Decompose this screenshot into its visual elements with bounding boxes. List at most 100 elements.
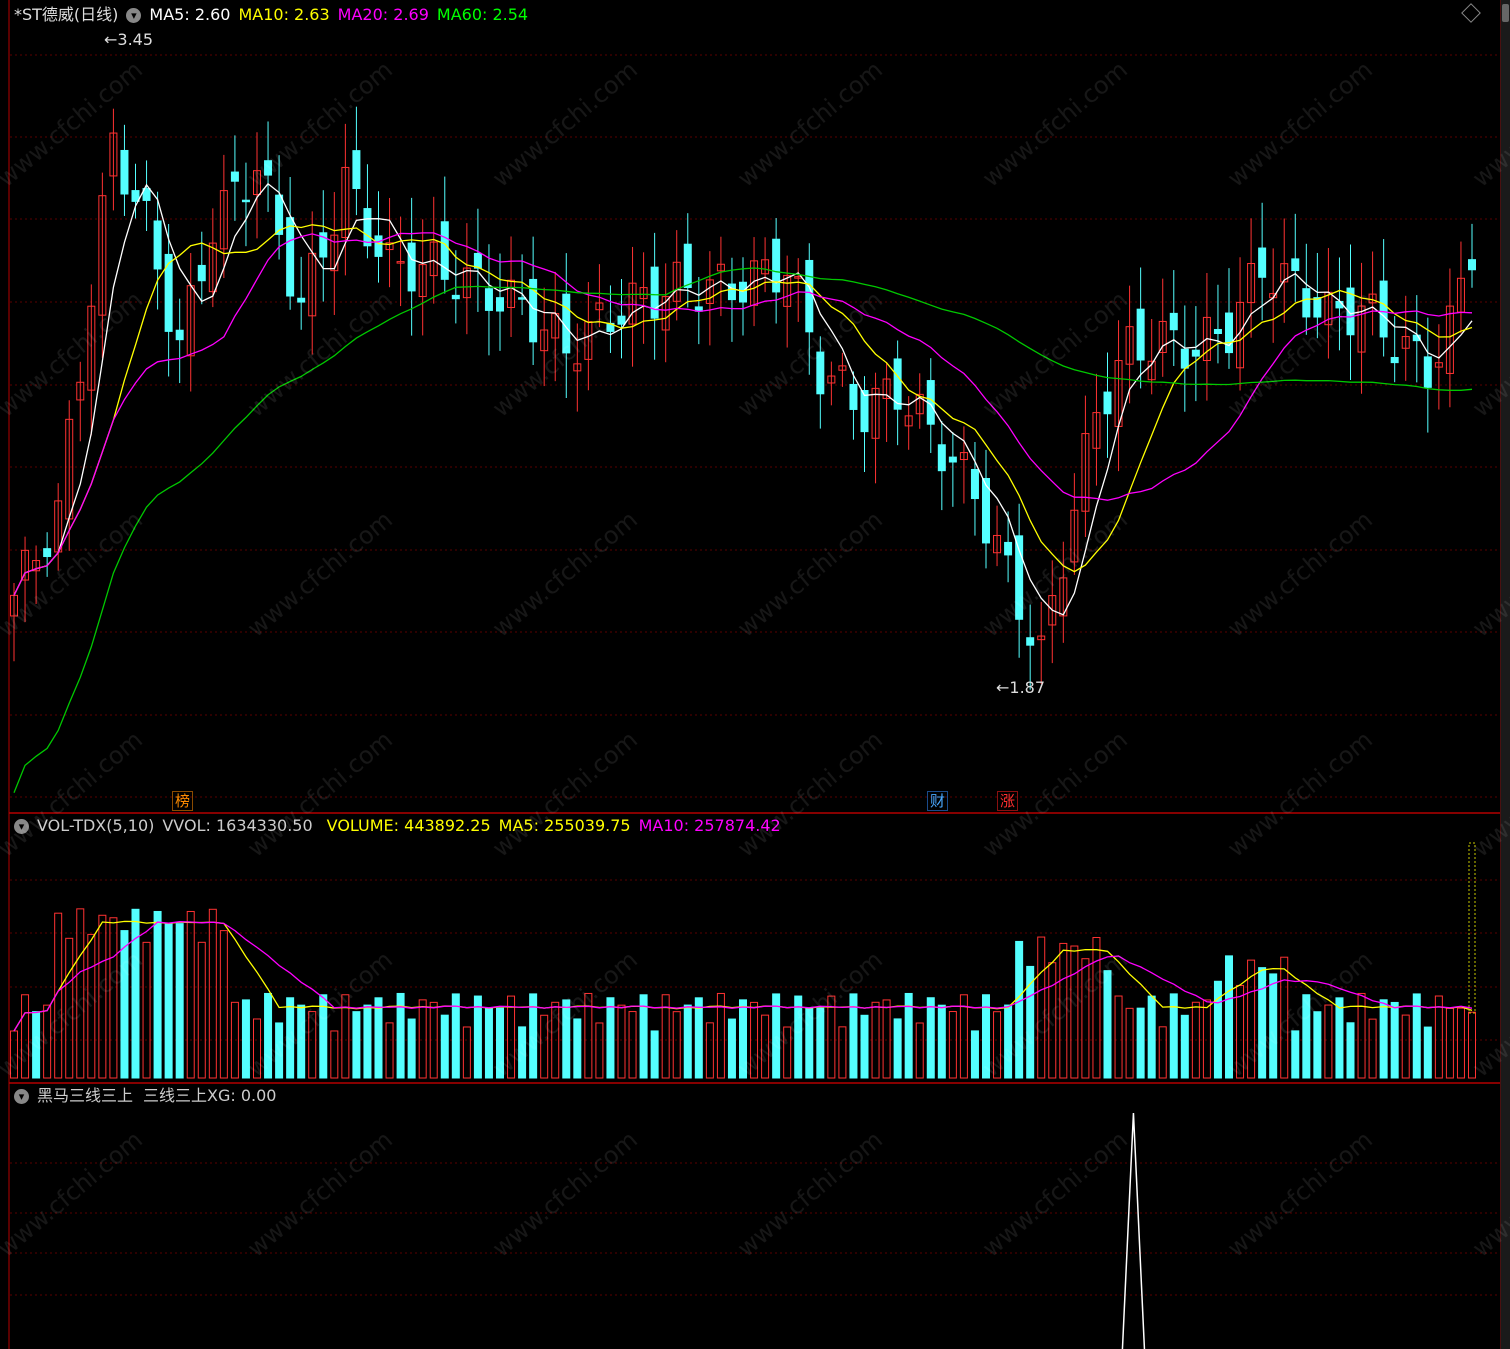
volume-bar: [1136, 1007, 1145, 1079]
volume-bar: [186, 910, 195, 1079]
candle-body: [120, 149, 129, 195]
volume-bar: [484, 1007, 493, 1079]
volume-bar: [794, 995, 803, 1079]
volume-bar: [993, 1011, 1002, 1079]
signal-indicator-title[interactable]: 黑马三线三上: [37, 1085, 133, 1107]
volume-bar: [164, 923, 173, 1079]
volume-bar: [1346, 1022, 1355, 1079]
candle-body: [1191, 349, 1200, 357]
candle-body: [131, 190, 140, 202]
candle-body: [1004, 541, 1013, 556]
volume-bar: [783, 1026, 792, 1079]
signal-panel-header: ▾ 黑马三线三上 三线三上XG: 0.00: [14, 1085, 284, 1107]
indicator-menu-icon[interactable]: ▾: [126, 7, 142, 23]
volume-bar: [1070, 945, 1079, 1079]
volume-bar: [131, 908, 140, 1079]
volume-bar: [893, 1018, 902, 1079]
volume-bar: [937, 1004, 946, 1079]
volume-bar: [617, 1004, 626, 1079]
indicator-menu-icon[interactable]: ▾: [14, 818, 29, 834]
ma5-line: [13, 182, 1473, 616]
volume-indicator-title[interactable]: VOL-TDX(5,10): [37, 815, 154, 837]
candle-body: [473, 252, 482, 269]
volume-ma5-label: MA5: 255039.75: [498, 816, 631, 835]
candle-body: [1258, 247, 1267, 278]
volume-bar: [175, 923, 184, 1079]
volume-bar: [926, 997, 935, 1079]
stock-title[interactable]: *ST德威(日线): [14, 4, 118, 26]
candle-body: [683, 243, 692, 289]
volume-bar: [672, 1011, 681, 1079]
volume-bar: [230, 1001, 239, 1079]
ma20-label: MA20: 2.69: [337, 5, 429, 24]
vertical-scrollbar[interactable]: [1500, 0, 1510, 1349]
volume-bar: [761, 1014, 770, 1079]
candle-body: [970, 468, 979, 500]
volume-bar: [1456, 1007, 1465, 1079]
volume-bar: [827, 995, 836, 1079]
candle-body: [241, 199, 250, 203]
scrollbar-thumb[interactable]: [1502, 4, 1509, 22]
volume-bar: [595, 1022, 604, 1079]
candle-body: [496, 297, 504, 312]
main-panel-header: *ST德威(日线) ▾ MA5: 2.60 MA10: 2.63 MA20: 2…: [14, 4, 536, 26]
volume-bar: [1081, 958, 1090, 1079]
volume-bar: [462, 1026, 471, 1079]
volume-bar: [1147, 995, 1156, 1079]
candle-body: [849, 383, 858, 410]
candle-body: [297, 297, 306, 303]
volume-bar: [540, 1014, 549, 1079]
volume-bar: [948, 1011, 957, 1079]
volume-bar: [650, 1030, 659, 1079]
candle-body: [1390, 357, 1399, 364]
ma60-line: [13, 267, 1473, 794]
volume-bar: [1202, 999, 1211, 1079]
volume-bar: [1291, 1030, 1300, 1079]
volume-bar: [208, 908, 217, 1079]
volume-bar: [1368, 1018, 1377, 1079]
volume-bar: [440, 1014, 449, 1079]
candle-body: [1169, 312, 1178, 331]
volume-bar: [32, 1011, 41, 1079]
candle-body: [43, 548, 52, 558]
volume-bar: [98, 914, 107, 1079]
volume-bar: [1015, 940, 1024, 1079]
event-tag-finance[interactable]: 财: [927, 791, 949, 811]
candle-body: [153, 220, 162, 270]
volume-bar: [496, 1007, 504, 1079]
volume-bar: [275, 1022, 284, 1079]
high-price-value: 3.45: [117, 30, 154, 49]
candle-body: [772, 238, 781, 293]
volume-bar: [297, 1004, 306, 1079]
ma60-label: MA60: 2.54: [436, 5, 529, 24]
candle-body: [484, 288, 493, 311]
candle-body: [805, 259, 814, 333]
volume-bar: [628, 1011, 637, 1079]
volume-bar: [915, 1022, 924, 1079]
low-price-value: 1.87: [1009, 678, 1046, 697]
volume-bar: [606, 997, 615, 1079]
candle-body: [451, 294, 460, 300]
volume-bar: [838, 1026, 847, 1079]
volume-bar: [1059, 942, 1068, 1079]
chart-canvas[interactable]: [0, 0, 1510, 1349]
volume-bar: [705, 1022, 714, 1079]
volume-bar: [1037, 936, 1046, 1079]
volume-bar: [1236, 984, 1245, 1079]
volume-bar: [352, 1011, 361, 1079]
volume-bar: [21, 994, 30, 1079]
volume-bar: [882, 999, 891, 1079]
candle-body: [230, 171, 239, 182]
candle-body: [1225, 312, 1233, 354]
volume-bar: [1004, 1004, 1013, 1079]
candle-body: [1468, 259, 1476, 271]
candle-body: [264, 160, 273, 176]
candle-body: [739, 281, 747, 303]
event-tag-limit-up[interactable]: 涨: [997, 791, 1019, 811]
candle-body: [352, 150, 361, 190]
event-tag-ranking[interactable]: 榜: [172, 791, 194, 811]
volume-bar: [407, 1018, 416, 1079]
stock-chart-window[interactable]: *ST德威(日线) ▾ MA5: 2.60 MA10: 2.63 MA20: 2…: [0, 0, 1510, 1349]
volume-bar: [860, 1014, 869, 1079]
indicator-menu-icon[interactable]: ▾: [14, 1088, 29, 1104]
